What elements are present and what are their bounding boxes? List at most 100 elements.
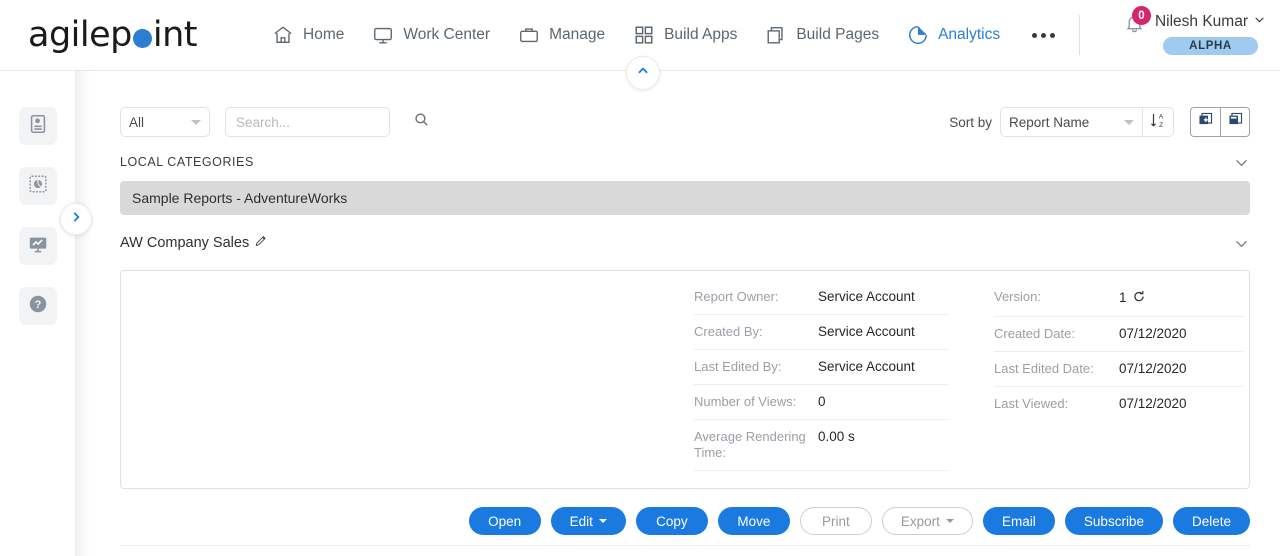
home-icon bbox=[272, 24, 294, 46]
sort-field-value: Report Name bbox=[1009, 114, 1090, 130]
dot-icon bbox=[1041, 32, 1047, 38]
report-icon bbox=[27, 113, 49, 140]
open-button[interactable]: Open bbox=[468, 507, 541, 535]
meta-key: Last Edited Date: bbox=[994, 361, 1094, 376]
email-button-label: Email bbox=[1002, 513, 1036, 529]
notification-badge: 0 bbox=[1131, 6, 1151, 25]
expand-all-button[interactable] bbox=[1190, 107, 1220, 137]
meta-row: Created Date: 07/12/2020 bbox=[994, 317, 1244, 352]
report-detail-card: Report Owner: Service Account Created By… bbox=[120, 270, 1250, 489]
meta-key: Report Owner: bbox=[694, 289, 779, 304]
category-filter-select[interactable]: All bbox=[120, 107, 210, 137]
meta-value-group: 1 bbox=[1119, 289, 1146, 307]
briefcase-icon bbox=[518, 24, 540, 46]
nav-collapse-button[interactable] bbox=[626, 56, 660, 90]
search-box[interactable] bbox=[225, 107, 428, 137]
environment-badge: ALPHA bbox=[1163, 37, 1258, 55]
nav-item-build-pages[interactable]: Build Pages bbox=[751, 0, 893, 71]
category-row-sample-reports[interactable]: Sample Reports - AdventureWorks bbox=[120, 181, 1250, 215]
history-revert-icon[interactable] bbox=[1132, 289, 1146, 307]
chevron-down-icon bbox=[1124, 119, 1134, 125]
collapse-all-button[interactable] bbox=[1220, 107, 1250, 137]
main-content: All Sort by Report Name A Z bbox=[90, 71, 1280, 556]
nav-item-analytics-label: Analytics bbox=[938, 26, 1001, 43]
sort-direction-button[interactable]: A Z bbox=[1142, 107, 1174, 137]
local-categories-collapse-button[interactable] bbox=[1233, 154, 1250, 171]
email-button[interactable]: Email bbox=[982, 507, 1055, 535]
sidebar-item-analytics[interactable] bbox=[18, 227, 57, 265]
pencil-icon[interactable] bbox=[254, 234, 268, 252]
meta-value: Service Account bbox=[818, 359, 915, 374]
move-button[interactable]: Move bbox=[717, 507, 790, 535]
nav-item-work-center[interactable]: Work Center bbox=[358, 0, 504, 71]
sort-field-select[interactable]: Report Name bbox=[1000, 107, 1142, 137]
chevron-right-icon bbox=[69, 210, 83, 229]
meta-row: Last Viewed: 07/12/2020 bbox=[994, 387, 1244, 421]
search-input[interactable] bbox=[236, 114, 413, 130]
sidebar-expand-button[interactable] bbox=[60, 203, 92, 235]
meta-row: Report Owner: Service Account bbox=[694, 280, 949, 315]
print-button-label: Print bbox=[822, 513, 850, 529]
expand-all-icon bbox=[1197, 111, 1214, 133]
meta-key: Last Edited By: bbox=[694, 359, 782, 374]
user-menu-button[interactable]: Nilesh Kumar bbox=[1155, 8, 1266, 31]
meta-value: Service Account bbox=[818, 324, 915, 339]
meta-row: Last Edited By: Service Account bbox=[694, 350, 949, 385]
sidebar-item-dashboards[interactable] bbox=[18, 167, 57, 205]
user-column: Nilesh Kumar ALPHA bbox=[1155, 8, 1266, 55]
svg-text:?: ? bbox=[34, 299, 41, 311]
grid-icon bbox=[633, 24, 655, 46]
logo-text: agilep int bbox=[28, 15, 198, 55]
logo-text-part1: agilep bbox=[28, 15, 132, 55]
report-thumbnail-area bbox=[121, 271, 694, 488]
logo-text-part2: int bbox=[152, 15, 198, 55]
pie-chart-icon bbox=[907, 24, 929, 46]
print-button[interactable]: Print bbox=[799, 507, 872, 535]
meta-key: Version: bbox=[994, 289, 1041, 304]
meta-row: Created By: Service Account bbox=[694, 315, 949, 350]
nav-item-home[interactable]: Home bbox=[258, 0, 358, 71]
meta-value: 07/12/2020 bbox=[1119, 326, 1187, 341]
agilepoint-logo[interactable]: agilep int bbox=[0, 0, 258, 71]
user-area: 0 Nilesh Kumar ALPHA bbox=[1115, 0, 1266, 71]
local-categories-header: LOCAL CATEGORIES bbox=[120, 149, 1250, 175]
report-header: AW Company Sales bbox=[120, 229, 1250, 257]
nav-more-button[interactable] bbox=[1014, 0, 1073, 71]
notifications-button[interactable]: 0 bbox=[1115, 6, 1155, 42]
nav-item-work-center-label: Work Center bbox=[403, 26, 491, 43]
meta-row: Number of Views: 0 bbox=[694, 385, 949, 420]
report-action-buttons: Open Edit Copy Move Print Export Email S… bbox=[120, 507, 1250, 535]
meta-value: 1 bbox=[1119, 290, 1127, 305]
report-collapse-button[interactable] bbox=[1233, 235, 1250, 252]
subscribe-button[interactable]: Subscribe bbox=[1064, 507, 1163, 535]
nav-item-analytics[interactable]: Analytics bbox=[893, 0, 1014, 71]
meta-row: Last Edited Date: 07/12/2020 bbox=[994, 352, 1244, 387]
meta-value: 07/12/2020 bbox=[1119, 396, 1187, 411]
nav-divider bbox=[1079, 15, 1081, 55]
help-icon: ? bbox=[27, 293, 49, 320]
sidebar-item-reports[interactable] bbox=[18, 107, 57, 145]
category-row-label: Sample Reports - AdventureWorks bbox=[132, 190, 348, 206]
edit-button[interactable]: Edit bbox=[550, 507, 626, 535]
sidebar-shadow bbox=[76, 71, 90, 556]
search-icon[interactable] bbox=[413, 111, 430, 133]
delete-button[interactable]: Delete bbox=[1172, 507, 1250, 535]
report-meta-right: Version: 1 Created Date: 07/12/2020 Last… bbox=[994, 271, 1244, 488]
copy-button[interactable]: Copy bbox=[635, 507, 708, 535]
collapse-all-icon bbox=[1227, 111, 1244, 133]
sidebar-item-help[interactable]: ? bbox=[18, 287, 57, 325]
meta-key: Created Date: bbox=[994, 326, 1075, 341]
export-button[interactable]: Export bbox=[881, 507, 973, 535]
report-title: AW Company Sales bbox=[120, 235, 250, 251]
meta-key: Created By: bbox=[694, 324, 763, 339]
svg-text:A: A bbox=[1159, 113, 1164, 120]
meta-value: 0 bbox=[818, 394, 826, 409]
chevron-down-icon bbox=[191, 119, 201, 125]
nav-item-manage[interactable]: Manage bbox=[504, 0, 619, 71]
nav-items: Home Work Center Manage Build Apps Build… bbox=[258, 0, 1086, 71]
caret-down-icon bbox=[598, 519, 607, 523]
nav-item-home-label: Home bbox=[303, 26, 345, 43]
category-filter-value: All bbox=[129, 114, 145, 130]
export-button-label: Export bbox=[900, 513, 940, 529]
open-button-label: Open bbox=[488, 513, 522, 529]
